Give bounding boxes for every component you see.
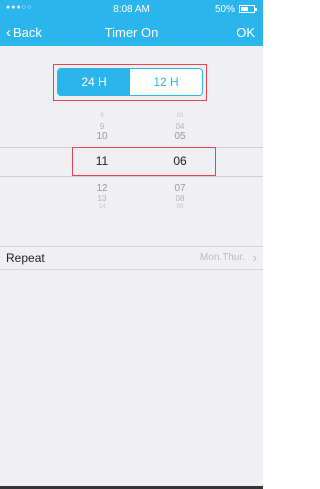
hour-item[interactable]: 14	[72, 204, 132, 210]
hour-item[interactable]: 9	[72, 122, 132, 131]
picker-highlight-box	[72, 147, 216, 176]
chevron-right-icon: ›	[252, 250, 257, 265]
minute-item[interactable]: 08	[150, 194, 210, 203]
battery-percent: 50%	[214, 4, 235, 15]
phone-screen: ●●●○○ 8:08 AM 50% ‹ Back Timer On OK 24 H…	[0, 0, 263, 489]
page-title: Timer On	[104, 25, 159, 40]
repeat-row[interactable]: Repeat Mon.Thur. ›	[0, 246, 263, 270]
page-margin	[263, 0, 277, 489]
minute-item[interactable]: 09	[150, 204, 210, 210]
minute-item[interactable]: 03	[150, 113, 210, 119]
time-format-segmented-control: 24 H 12 H	[57, 68, 203, 96]
segment-12h[interactable]: 12 H	[130, 69, 202, 95]
hour-item[interactable]: 10	[72, 131, 132, 142]
minute-item[interactable]: 07	[150, 183, 210, 194]
minute-item[interactable]: 05	[150, 131, 210, 142]
repeat-value: Mon.Thur.	[199, 252, 245, 263]
segment-12h-label: 12 H	[153, 75, 179, 89]
hour-item[interactable]: 12	[72, 183, 132, 194]
segment-24h[interactable]: 24 H	[58, 69, 130, 95]
minute-item[interactable]: 04	[150, 122, 210, 131]
hour-item[interactable]: 13	[72, 194, 132, 203]
repeat-label: Repeat	[6, 251, 45, 265]
ok-button[interactable]: OK	[236, 25, 255, 40]
battery-icon	[239, 5, 257, 13]
hour-item[interactable]: 8	[72, 113, 132, 119]
segment-24h-label: 24 H	[81, 75, 107, 89]
status-bar: ●●●○○ 8:08 AM 50%	[0, 0, 263, 18]
nav-bar: ‹ Back Timer On OK	[0, 18, 263, 46]
